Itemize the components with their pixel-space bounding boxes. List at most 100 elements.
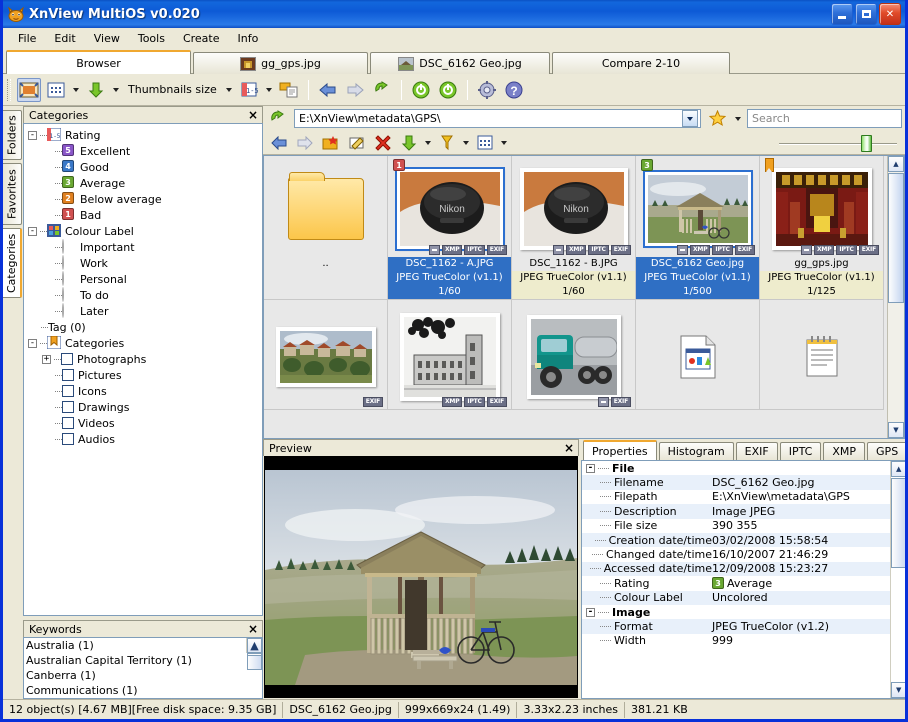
- folder-compare-icon[interactable]: [277, 78, 301, 102]
- menu-item-edit[interactable]: Edit: [45, 30, 84, 47]
- menu-item-create[interactable]: Create: [174, 30, 229, 47]
- tree-item[interactable]: -Colour Label: [28, 223, 262, 239]
- chevron-down-icon[interactable]: [682, 110, 698, 127]
- forward-icon[interactable]: [343, 78, 367, 102]
- tab-compare[interactable]: Compare 2-10: [552, 52, 730, 74]
- list-item[interactable]: Canberra (1): [26, 669, 262, 684]
- close-icon[interactable]: ×: [564, 442, 574, 454]
- thumbnail-image[interactable]: NikonXMPIPTCEXIF: [512, 156, 635, 257]
- thumbnail-image[interactable]: EXIF: [512, 300, 635, 409]
- tree-item[interactable]: Drawings: [28, 399, 262, 415]
- rating-dropdown-icon[interactable]: [264, 80, 274, 100]
- thumbnail-cell[interactable]: [760, 300, 884, 410]
- tree-item[interactable]: Pictures: [28, 367, 262, 383]
- tab-properties[interactable]: Properties: [583, 440, 657, 460]
- thumbnail-image[interactable]: [264, 156, 387, 257]
- scroll-up-icon[interactable]: ▲: [888, 156, 904, 172]
- back-icon[interactable]: [267, 131, 291, 155]
- rotate-right-icon[interactable]: [436, 78, 460, 102]
- new-folder-icon[interactable]: [319, 131, 343, 155]
- tab-dsc-6162-geo[interactable]: DSC_6162 Geo.jpg: [370, 52, 550, 74]
- checkbox[interactable]: [62, 401, 74, 413]
- thumbnail-cell[interactable]: XMPIPTCEXIF: [388, 300, 512, 410]
- tree-item[interactable]: +Photographs: [28, 351, 262, 367]
- tree-item[interactable]: 2Below average: [28, 191, 262, 207]
- property-group[interactable]: -Image: [582, 605, 905, 619]
- sidebar-tab-categories[interactable]: Categories: [3, 228, 22, 298]
- list-item[interactable]: Communications (1): [26, 684, 262, 699]
- view-mode-icon[interactable]: [17, 78, 41, 102]
- thumbnail-image[interactable]: [760, 300, 883, 409]
- tab-browser[interactable]: Browser: [6, 50, 191, 74]
- thumbnail-cell[interactable]: 3XMPIPTCEXIFDSC_6162 Geo.jpgJPEG TrueCol…: [636, 156, 760, 300]
- maximize-button[interactable]: [855, 3, 877, 25]
- up-folder-icon[interactable]: [266, 107, 290, 131]
- scroll-up-icon[interactable]: ▲: [247, 638, 262, 653]
- tree-item[interactable]: Videos: [28, 415, 262, 431]
- thumbnail-cell[interactable]: XMPIPTCEXIFgg_gps.jpgJPEG TrueColor (v1.…: [760, 156, 884, 300]
- favorites-dropdown-icon[interactable]: [733, 109, 743, 129]
- rotate-left-icon[interactable]: [409, 78, 433, 102]
- thumbnail-cell[interactable]: Nikon1XMPIPTCEXIFDSC_1162 - A.JPGJPEG Tr…: [388, 156, 512, 300]
- thumbnail-cell[interactable]: [636, 300, 760, 410]
- tab-exif[interactable]: EXIF: [736, 442, 778, 460]
- up-icon[interactable]: [370, 78, 394, 102]
- keywords-list[interactable]: Australia (1) Australian Capital Territo…: [23, 637, 263, 699]
- tab-histogram[interactable]: Histogram: [659, 442, 734, 460]
- tree-toggle-icon[interactable]: -: [28, 339, 37, 348]
- tree-item[interactable]: 1Bad: [28, 207, 262, 223]
- scrollbar-thumb[interactable]: [888, 173, 904, 303]
- thumbnail-image[interactable]: 3XMPIPTCEXIF: [636, 156, 759, 257]
- filter-icon[interactable]: [435, 131, 459, 155]
- scroll-down-icon[interactable]: ▼: [891, 682, 905, 698]
- tree-toggle-icon[interactable]: -: [28, 131, 37, 140]
- tree-item[interactable]: Later: [28, 303, 262, 319]
- tree-toggle-icon[interactable]: -: [586, 608, 595, 617]
- list-item[interactable]: Australia (1): [26, 639, 262, 654]
- keywords-scrollbar[interactable]: ▲ ▼: [246, 638, 262, 653]
- grid-scrollbar[interactable]: ▲ ▼: [887, 156, 904, 438]
- tree-item[interactable]: Important: [28, 239, 262, 255]
- categories-tree[interactable]: -1-5Rating5Excellent4Good3Average2Below …: [23, 123, 263, 616]
- sidebar-tab-folders[interactable]: Folders: [3, 110, 22, 160]
- tree-item[interactable]: -1-5Rating: [28, 127, 262, 143]
- thumbnail-image[interactable]: [636, 300, 759, 409]
- properties-scrollbar[interactable]: ▲ ▼: [890, 461, 905, 698]
- tree-toggle-icon[interactable]: -: [586, 464, 595, 473]
- tab-iptc[interactable]: IPTC: [780, 442, 822, 460]
- checkbox[interactable]: [62, 369, 74, 381]
- tree-toggle-icon[interactable]: +: [42, 355, 51, 364]
- thumbnail-image[interactable]: Nikon1XMPIPTCEXIF: [388, 156, 511, 257]
- tree-item[interactable]: Personal: [28, 271, 262, 287]
- help-icon[interactable]: ?: [502, 78, 526, 102]
- scroll-up-icon[interactable]: ▲: [891, 461, 905, 477]
- preview-image[interactable]: [264, 456, 578, 698]
- tree-item[interactable]: 3Average: [28, 175, 262, 191]
- tab-gps[interactable]: GPS: [867, 442, 905, 460]
- sort-icon[interactable]: [397, 131, 421, 155]
- scrollbar-thumb[interactable]: [891, 478, 905, 568]
- close-button[interactable]: ✕: [879, 3, 901, 25]
- tree-item[interactable]: Icons: [28, 383, 262, 399]
- grid-dropdown-icon[interactable]: [71, 80, 81, 100]
- scrollbar-thumb[interactable]: [247, 655, 262, 670]
- minimize-button[interactable]: [831, 3, 853, 25]
- property-group[interactable]: -File: [582, 461, 905, 475]
- checkbox[interactable]: [61, 353, 73, 365]
- thumbnails-size-dropdown-icon[interactable]: [224, 80, 234, 100]
- tree-item[interactable]: To do: [28, 287, 262, 303]
- grid-icon[interactable]: [44, 78, 68, 102]
- menu-item-tools[interactable]: Tools: [129, 30, 174, 47]
- search-input[interactable]: Search: [747, 109, 902, 128]
- tab-gg-gps[interactable]: gg_gps.jpg: [193, 52, 368, 74]
- tree-item[interactable]: Audios: [28, 431, 262, 447]
- close-icon[interactable]: ×: [248, 623, 258, 635]
- rating-icon[interactable]: 1-5: [237, 78, 261, 102]
- thumbnail-image[interactable]: XMPIPTCEXIF: [760, 156, 883, 257]
- sort-icon[interactable]: [84, 78, 108, 102]
- thumbnail-image[interactable]: EXIF: [264, 300, 387, 409]
- list-item[interactable]: Australian Capital Territory (1): [26, 654, 262, 669]
- filter-dropdown-icon[interactable]: [461, 133, 471, 153]
- menu-item-view[interactable]: View: [85, 30, 129, 47]
- checkbox[interactable]: [62, 417, 74, 429]
